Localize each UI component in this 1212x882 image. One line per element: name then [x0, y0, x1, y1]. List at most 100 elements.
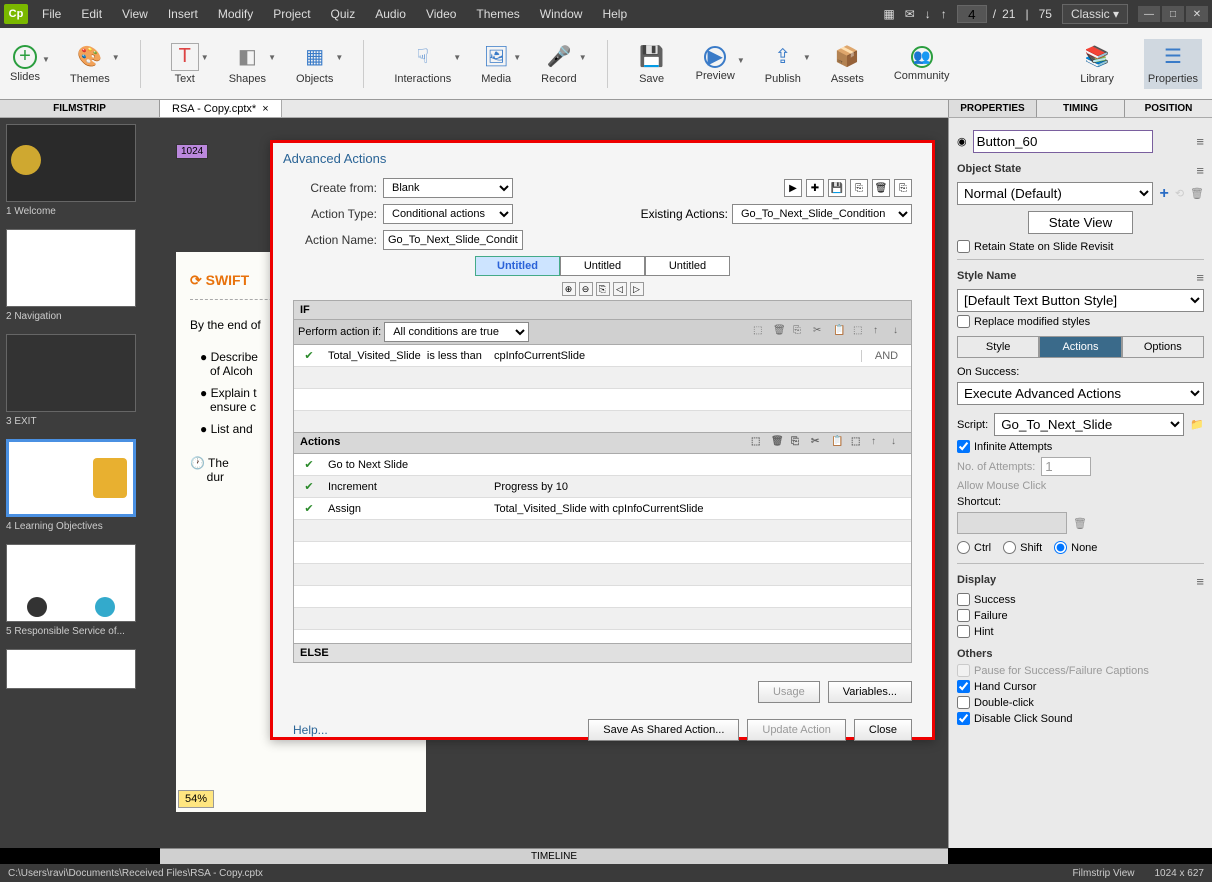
row-paste-icon[interactable]: 📋 — [831, 436, 845, 450]
menu-modify[interactable]: Modify — [210, 3, 261, 25]
slide-thumb[interactable]: 2 Navigation — [6, 229, 154, 322]
subtab-style[interactable]: Style — [957, 336, 1039, 358]
cond-value[interactable]: cpInfoCurrentSlide — [494, 350, 794, 362]
hand-cursor-checkbox[interactable] — [957, 680, 970, 693]
menu-video[interactable]: Video — [418, 3, 464, 25]
menu-window[interactable]: Window — [532, 3, 591, 25]
menu-view[interactable]: View — [114, 3, 156, 25]
trash-icon[interactable]: 🗑 — [1190, 187, 1204, 200]
condition-tab-1[interactable]: Untitled — [475, 256, 560, 276]
menu-insert[interactable]: Insert — [160, 3, 206, 25]
action-name-input[interactable] — [383, 230, 523, 250]
tab-position[interactable]: POSITION — [1124, 100, 1212, 117]
menu-help[interactable]: Help — [594, 3, 635, 25]
row-paste-icon[interactable]: 📋 — [833, 325, 847, 339]
disable-sound-checkbox[interactable] — [957, 712, 970, 725]
ribbon-interactions[interactable]: ☟Interactions▼ — [394, 43, 451, 85]
page-current[interactable] — [957, 5, 987, 23]
close-dialog-button[interactable]: Close — [854, 719, 912, 741]
failure-checkbox[interactable] — [957, 609, 970, 622]
ribbon-community[interactable]: 👥Community — [894, 46, 950, 82]
row-insert-icon[interactable]: ⬚ — [851, 436, 865, 450]
update-action-button[interactable]: Update Action — [747, 719, 846, 741]
close-button[interactable]: ✕ — [1186, 6, 1208, 22]
action-cell[interactable]: Go to Next Slide — [324, 459, 494, 471]
double-click-checkbox[interactable] — [957, 696, 970, 709]
ribbon-record[interactable]: 🎤Record▼ — [541, 43, 576, 85]
subtab-actions[interactable]: Actions — [1039, 336, 1121, 358]
ribbon-publish[interactable]: ⇪Publish▼ — [765, 43, 801, 85]
row-down-icon[interactable]: ↓ — [893, 325, 907, 339]
action-type-select[interactable]: Conditional actions — [383, 204, 513, 224]
timeline-bar[interactable]: TIMELINE — [160, 848, 948, 864]
ribbon-text[interactable]: TText▼ — [171, 43, 199, 85]
menu-project[interactable]: Project — [265, 3, 318, 25]
minimize-button[interactable]: — — [1138, 6, 1160, 22]
ribbon-media[interactable]: 🖼Media▼ — [481, 43, 511, 85]
menu-icon[interactable]: ≡ — [1196, 270, 1204, 285]
none-radio[interactable] — [1054, 541, 1067, 554]
ribbon-save[interactable]: 💾Save — [638, 43, 666, 85]
tab-properties[interactable]: PROPERTIES — [948, 100, 1036, 117]
layout-icon[interactable]: ▦ — [883, 7, 894, 21]
action-param[interactable]: Progress by 10 — [494, 481, 794, 493]
ctrl-radio[interactable] — [957, 541, 970, 554]
row-down-icon[interactable]: ↓ — [891, 436, 905, 450]
state-view-button[interactable]: State View — [1028, 211, 1133, 234]
style-select[interactable]: [Default Text Button Style] — [957, 289, 1204, 312]
subtab-options[interactable]: Options — [1122, 336, 1204, 358]
menu-file[interactable]: File — [34, 3, 69, 25]
maximize-button[interactable]: □ — [1162, 6, 1184, 22]
ribbon-assets[interactable]: 📦Assets — [831, 43, 864, 85]
action-cell[interactable]: Increment — [324, 481, 494, 493]
row-copy-icon[interactable]: ⎘ — [791, 436, 805, 450]
ribbon-shapes[interactable]: ◧Shapes▼ — [229, 43, 266, 85]
state-select[interactable]: Normal (Default) — [957, 182, 1153, 205]
ribbon-preview[interactable]: ▶Preview▼ — [696, 46, 735, 82]
ribbon-properties[interactable]: ☰Properties — [1144, 39, 1202, 89]
tab-timing[interactable]: TIMING — [1036, 100, 1124, 117]
trash-icon[interactable]: 🗑 — [1073, 517, 1087, 530]
action-cell[interactable]: Assign — [324, 503, 494, 515]
action-param[interactable]: Total_Visited_Slide with cpInfoCurrentSl… — [494, 503, 794, 515]
existing-select[interactable]: Go_To_Next_Slide_Condition — [732, 204, 912, 224]
cond-variable[interactable]: Total_Visited_Slide is less than — [324, 350, 494, 362]
mail-icon[interactable]: ✉ — [905, 7, 915, 21]
nav-add-icon[interactable]: ⊕ — [562, 282, 576, 296]
create-from-select[interactable]: Blank — [383, 178, 513, 198]
shortcut-input[interactable] — [957, 512, 1067, 534]
slide-thumb[interactable]: 1 Welcome — [6, 124, 154, 217]
slide-thumb[interactable]: 3 EXIT — [6, 334, 154, 427]
menu-icon[interactable]: ≡ — [1196, 574, 1204, 589]
success-checkbox[interactable] — [957, 593, 970, 606]
success-action-select[interactable]: Execute Advanced Actions — [957, 382, 1204, 405]
infinite-checkbox[interactable] — [957, 440, 970, 453]
filmstrip[interactable]: 1 Welcome 2 Navigation 3 EXIT 4 Learning… — [0, 118, 160, 848]
slide-thumb[interactable]: 5 Responsible Service of... — [6, 544, 154, 637]
zoom-value[interactable]: 75 — [1039, 7, 1052, 21]
slide-thumb[interactable] — [6, 649, 154, 689]
workspace-selector[interactable]: Classic ▾ — [1062, 4, 1128, 24]
ribbon-library[interactable]: 📚Library — [1080, 43, 1114, 85]
retain-state-checkbox[interactable] — [957, 240, 970, 253]
add-state-icon[interactable]: + — [1159, 185, 1168, 203]
arrow-up-icon[interactable]: ↑ — [941, 7, 947, 21]
row-add-icon[interactable]: ⬚ — [751, 436, 765, 450]
row-up-icon[interactable]: ↑ — [871, 436, 885, 450]
shift-radio[interactable] — [1003, 541, 1016, 554]
row-up-icon[interactable]: ↑ — [873, 325, 887, 339]
menu-themes[interactable]: Themes — [468, 3, 527, 25]
nav-prev-icon[interactable]: ◁ — [613, 282, 627, 296]
nav-next-icon[interactable]: ▷ — [630, 282, 644, 296]
row-cut-icon[interactable]: ✂ — [811, 436, 825, 450]
add-icon[interactable]: ✚ — [806, 179, 824, 197]
row-delete-icon[interactable]: 🗑 — [771, 436, 785, 450]
object-name-input[interactable] — [973, 130, 1153, 153]
reset-icon[interactable]: ⟲ — [1175, 187, 1184, 200]
document-tab[interactable]: RSA - Copy.cptx* × — [160, 100, 282, 117]
row-cut-icon[interactable]: ✂ — [813, 325, 827, 339]
ribbon-objects[interactable]: ▦Objects▼ — [296, 43, 333, 85]
condition-tab-2[interactable]: Untitled — [560, 256, 645, 276]
variables-button[interactable]: Variables... — [828, 681, 912, 703]
perform-condition-select[interactable]: All conditions are true — [384, 322, 529, 342]
